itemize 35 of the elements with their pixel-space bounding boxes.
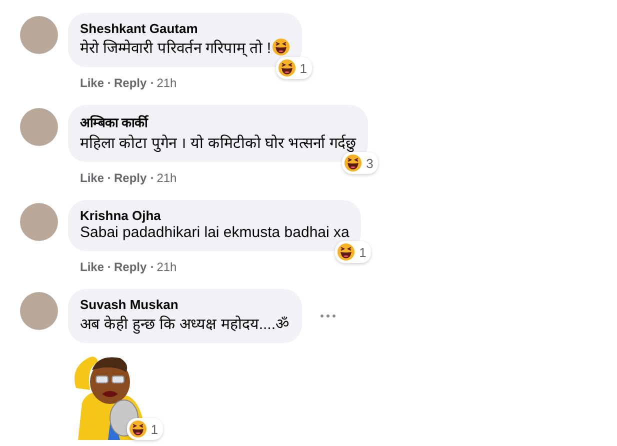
reaction-count: 1 bbox=[300, 60, 308, 76]
comment-text: महिला कोटा पुगेन । यो कमिटीको घोर भत्सर्ना गर्दछु bbox=[80, 134, 356, 152]
like-link[interactable]: Like bbox=[80, 260, 104, 274]
reaction-count: 1 bbox=[359, 244, 366, 260]
comment-text: अब केही हुन्छ कि अध्यक्ष महोदय....ॐ bbox=[80, 314, 290, 333]
reply-link[interactable]: Reply bbox=[114, 76, 147, 90]
comment-time[interactable]: 21h bbox=[156, 260, 177, 274]
laughing-reaction-icon bbox=[278, 59, 296, 77]
author-name[interactable]: Krishna Ojha bbox=[80, 208, 350, 223]
laughing-reaction-icon bbox=[344, 154, 362, 172]
reaction-count: 3 bbox=[366, 156, 374, 170]
reply-link[interactable]: Reply bbox=[114, 260, 147, 274]
laughing-emoji-icon bbox=[272, 38, 290, 56]
author-name[interactable]: Sheshkant Gautam bbox=[80, 21, 290, 36]
like-link[interactable]: Like bbox=[80, 171, 104, 185]
avatar[interactable] bbox=[20, 16, 58, 54]
reply-link[interactable]: Reply bbox=[114, 171, 147, 185]
reaction-badge[interactable]: 1 bbox=[276, 57, 312, 79]
author-name[interactable]: Suvash Muskan bbox=[80, 297, 290, 312]
comment-text: Sabai padadhikari lai ekmusta badhai xa bbox=[80, 224, 350, 241]
avatar[interactable] bbox=[20, 203, 58, 241]
more-options-icon[interactable] bbox=[320, 314, 336, 318]
avatar[interactable] bbox=[20, 292, 58, 330]
reaction-count: 1 bbox=[150, 422, 158, 436]
laughing-reaction-icon bbox=[128, 420, 147, 438]
reaction-badge[interactable]: 1 bbox=[335, 241, 372, 263]
author-name[interactable]: अम्बिका कार्की bbox=[80, 113, 356, 131]
reaction-badge[interactable]: 3 bbox=[342, 152, 378, 174]
laughing-reaction-icon bbox=[337, 243, 356, 261]
comment-time[interactable]: 21h bbox=[156, 171, 177, 185]
reaction-badge[interactable]: 1 bbox=[126, 418, 163, 440]
avatar[interactable] bbox=[20, 108, 58, 146]
comment-text: मेरो जिम्मेवारी परिवर्तन गरिपाम् तो ! bbox=[80, 38, 272, 57]
comment-time[interactable]: 21h bbox=[156, 76, 177, 90]
like-link[interactable]: Like bbox=[80, 76, 104, 90]
